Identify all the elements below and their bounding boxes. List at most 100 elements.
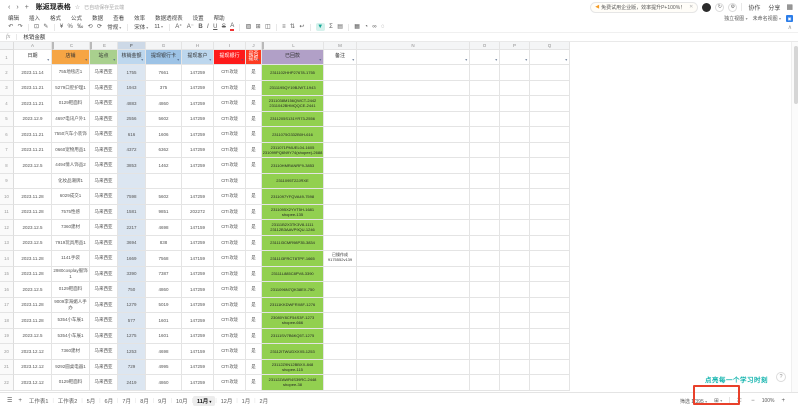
grid-cell[interactable]: 5019 — [146, 297, 182, 313]
row-number[interactable]: 7 — [0, 142, 14, 158]
grid-cell[interactable] — [500, 328, 530, 344]
grid-cell[interactable] — [500, 297, 530, 313]
grid-cell[interactable] — [470, 111, 500, 127]
grid-cell[interactable] — [470, 266, 500, 282]
note-cell[interactable] — [324, 127, 357, 143]
column-header-O[interactable]: O — [470, 42, 500, 50]
note-cell[interactable] — [324, 80, 357, 96]
grid-cell[interactable] — [470, 204, 500, 220]
merge-cells-icon[interactable]: ◫ — [265, 24, 271, 30]
grid-cell[interactable] — [470, 80, 500, 96]
italic-icon[interactable]: I — [207, 24, 209, 30]
grid-cell[interactable] — [500, 266, 530, 282]
payback-cell[interactable]: 23112ZAWR4S39RC-2448 shopee-38 — [262, 375, 324, 391]
grid-cell[interactable] — [357, 266, 470, 282]
grid-cell[interactable]: 2023.11.28 — [14, 266, 52, 282]
grid-cell[interactable]: 9851 — [146, 204, 182, 220]
grid-cell[interactable] — [357, 204, 470, 220]
header-cell-日期[interactable]: 日期 ▼ — [14, 50, 52, 65]
grid-cell[interactable]: CITI 玫珑 — [214, 375, 246, 391]
grid-cell[interactable] — [530, 313, 570, 329]
grid-cell[interactable]: 147259 — [182, 127, 214, 143]
fill-color-icon[interactable]: ▨ — [246, 24, 252, 30]
collapse-toolbar-icon[interactable]: ∧ — [788, 24, 792, 31]
grid-cell[interactable]: 9009李海媚人手办 — [52, 297, 90, 313]
note-cell[interactable] — [324, 111, 357, 127]
grid-cell[interactable] — [530, 375, 570, 391]
grid-cell[interactable] — [530, 282, 570, 298]
grid-cell[interactable]: CITI 玫珑 — [214, 235, 246, 251]
zoom-in-icon[interactable]: + — [781, 398, 785, 404]
grid-cell[interactable] — [118, 173, 146, 189]
grid-cell[interactable]: 2023.11.28 — [14, 204, 52, 220]
grid-cell[interactable] — [470, 328, 500, 344]
grid-cell[interactable]: 2023.12.12 — [14, 344, 52, 360]
row-number[interactable]: 6 — [0, 127, 14, 143]
grid-cell[interactable]: 5602 — [146, 189, 182, 205]
grid-cell[interactable] — [530, 251, 570, 267]
grid-cell[interactable]: 2023.11.28 — [14, 251, 52, 267]
grid-cell[interactable]: 7360建材 — [52, 344, 90, 360]
grid-cell[interactable] — [500, 220, 530, 236]
grid-cell[interactable] — [500, 158, 530, 174]
grid-cell[interactable] — [470, 65, 500, 81]
payback-cell[interactable]: 2311195QY19BJWT-1943 — [262, 80, 324, 96]
header-cell-提现客户[interactable]: 提现客户 ▼ — [182, 50, 214, 65]
grid-cell[interactable] — [500, 344, 530, 360]
freeze-icon[interactable]: ▤ — [337, 24, 343, 30]
header-cell-P[interactable]: ▼ — [500, 50, 530, 65]
header-cell-站点[interactable]: 站点 ▼ — [90, 50, 118, 65]
grid-cell[interactable] — [500, 127, 530, 143]
column-header-N[interactable]: N — [357, 42, 470, 50]
grid-cell[interactable]: 1581 — [118, 204, 146, 220]
grid-cell[interactable]: 0129鞋面料 — [52, 282, 90, 298]
sheet-tab-7月[interactable]: 7月 — [118, 396, 135, 406]
note-cell[interactable] — [324, 266, 357, 282]
payback-cell[interactable]: 23111SV7B6KQ5T-1275 — [262, 328, 324, 344]
comment-icon[interactable]: ◌ — [381, 24, 385, 30]
payback-cell[interactable]: 2311097YFQVA49-7598 — [262, 189, 324, 205]
grid-cell[interactable] — [14, 173, 52, 189]
grid-cell[interactable]: CITI 玫珑 — [214, 266, 246, 282]
grid-cell[interactable]: 化妆品潮牌1 — [52, 173, 90, 189]
sum-icon[interactable]: Σ — [329, 24, 333, 30]
grid-cell[interactable]: 马来西亚 — [90, 359, 118, 375]
increase-font-icon[interactable]: A⁺ — [175, 24, 182, 30]
currency-icon[interactable]: ¥ — [60, 24, 63, 30]
sheet-tab-工作表1[interactable]: 工作表1 — [25, 396, 53, 406]
grid-cell[interactable]: 马来西亚 — [90, 375, 118, 391]
grid-cell[interactable]: 马来西亚 — [90, 142, 118, 158]
grid-cell[interactable]: 5354小车展1 — [52, 328, 90, 344]
trial-banner[interactable]: ◀ 免费试用企业版，效率提升P+100%！ ✕ — [590, 1, 699, 13]
grid-cell[interactable]: 是 — [246, 328, 262, 344]
grid-cell[interactable] — [357, 328, 470, 344]
grid-cell[interactable]: 147259 — [182, 65, 214, 81]
grid-cell[interactable]: 2023.12.9 — [14, 111, 52, 127]
print-icon[interactable]: ⊡ — [34, 24, 39, 30]
increase-decimal-icon[interactable]: ⟳ — [97, 24, 102, 30]
filter-funnel-icon[interactable]: ▼ — [241, 58, 244, 63]
column-header-I[interactable]: I — [214, 42, 246, 50]
grid-cell[interactable] — [530, 189, 570, 205]
zoom-level[interactable]: 100% — [762, 398, 775, 404]
grid-cell[interactable]: 马来西亚 — [90, 297, 118, 313]
grid-cell[interactable]: 是 — [246, 142, 262, 158]
grid-cell[interactable] — [357, 173, 470, 189]
view-mode-icon[interactable]: ▣ — [786, 14, 793, 22]
grid-cell[interactable]: 147259 — [182, 328, 214, 344]
note-cell[interactable] — [324, 297, 357, 313]
text-color-icon[interactable]: A — [230, 23, 235, 31]
named-view-button[interactable]: 未命名视图 ▾ — [753, 15, 781, 22]
grid-cell[interactable] — [246, 173, 262, 189]
insert-image-icon[interactable]: ◔ — [364, 24, 368, 30]
grid-cell[interactable] — [470, 158, 500, 174]
grid-cell[interactable]: 147259 — [182, 158, 214, 174]
filter-funnel-icon[interactable]: ▼ — [565, 58, 568, 63]
filter-status-button[interactable]: 筛选 1/395 ▾ — [680, 398, 707, 405]
grid-cell[interactable]: 147259 — [182, 282, 214, 298]
grid-cell[interactable]: 9292圆桌电器1 — [52, 359, 90, 375]
grid-cell[interactable]: 7575性感 — [52, 204, 90, 220]
grid-cell[interactable] — [357, 96, 470, 112]
grid-cell[interactable]: 是 — [246, 313, 262, 329]
menu-item-格式[interactable]: 格式 — [50, 14, 61, 22]
